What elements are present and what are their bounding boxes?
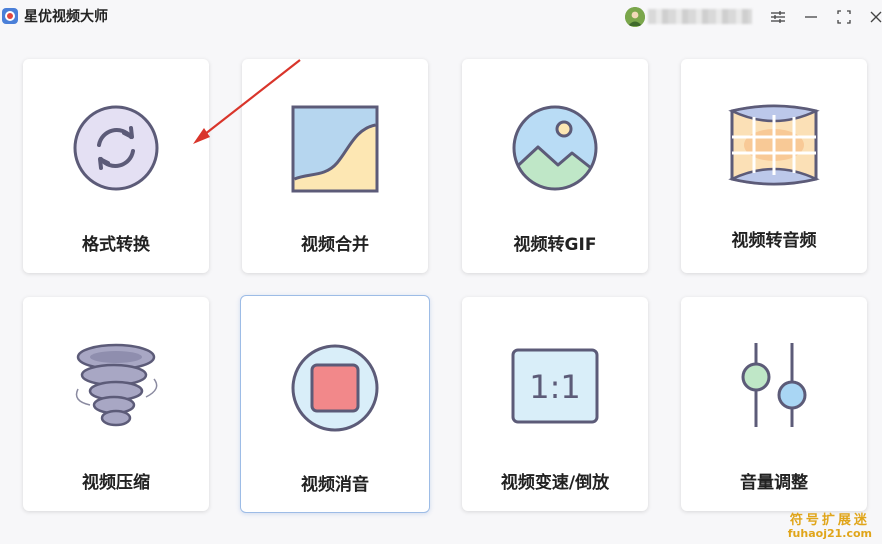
app-logo-icon — [2, 8, 18, 24]
tool-label: 格式转换 — [82, 235, 150, 255]
tool-label: 视频压缩 — [82, 473, 150, 493]
svg-text:1:1: 1:1 — [529, 368, 581, 406]
ratio-speed-icon: 1:1 — [511, 348, 599, 424]
user-avatar[interactable] — [625, 7, 645, 27]
tool-label: 视频合并 — [301, 235, 369, 255]
user-name[interactable] — [648, 9, 752, 24]
tool-card-video-merge[interactable]: 视频合并 — [242, 59, 428, 273]
watermark: 符号扩展迷 fuhaoj21.com — [787, 512, 872, 540]
merge-curve-icon — [291, 105, 379, 193]
minimize-button[interactable] — [801, 7, 821, 27]
tool-card-video-to-gif[interactable]: 视频转GIF — [462, 59, 648, 273]
tool-label: 视频转GIF — [513, 235, 597, 255]
tool-card-format-convert[interactable]: 格式转换 — [23, 59, 209, 273]
convert-cycle-icon — [73, 105, 159, 191]
tornado-compress-icon — [75, 343, 158, 427]
tool-label: 视频消音 — [301, 475, 369, 495]
settings-sliders-icon — [771, 11, 785, 23]
volume-sliders-icon — [741, 343, 807, 427]
settings-sliders-button[interactable] — [768, 7, 788, 27]
image-landscape-icon — [512, 105, 598, 191]
tool-label: 音量调整 — [740, 473, 808, 493]
title-bar: 星优视频大师 — [0, 0, 882, 36]
tool-label: 视频转音频 — [731, 231, 817, 251]
watermark-line2: fuhaoj21.com — [787, 526, 872, 540]
maximize-icon — [837, 10, 851, 24]
audio-wave-icon — [728, 104, 820, 186]
tool-card-video-speed-reverse[interactable]: 1:1 视频变速/倒放 — [462, 297, 648, 511]
tool-card-video-mute[interactable]: 视频消音 — [240, 295, 430, 513]
tool-card-video-to-audio[interactable]: 视频转音频 — [681, 59, 867, 273]
maximize-button[interactable] — [834, 7, 854, 27]
minimize-icon — [805, 16, 817, 18]
tool-card-volume-adjust[interactable]: 音量调整 — [681, 297, 867, 511]
tool-card-video-compress[interactable]: 视频压缩 — [23, 297, 209, 511]
watermark-line1: 符号扩展迷 — [789, 512, 870, 528]
app-title: 星优视频大师 — [24, 9, 108, 25]
close-icon — [870, 11, 882, 23]
stop-mute-icon — [291, 344, 379, 432]
close-button[interactable] — [866, 7, 882, 27]
tool-label: 视频变速/倒放 — [500, 473, 610, 493]
